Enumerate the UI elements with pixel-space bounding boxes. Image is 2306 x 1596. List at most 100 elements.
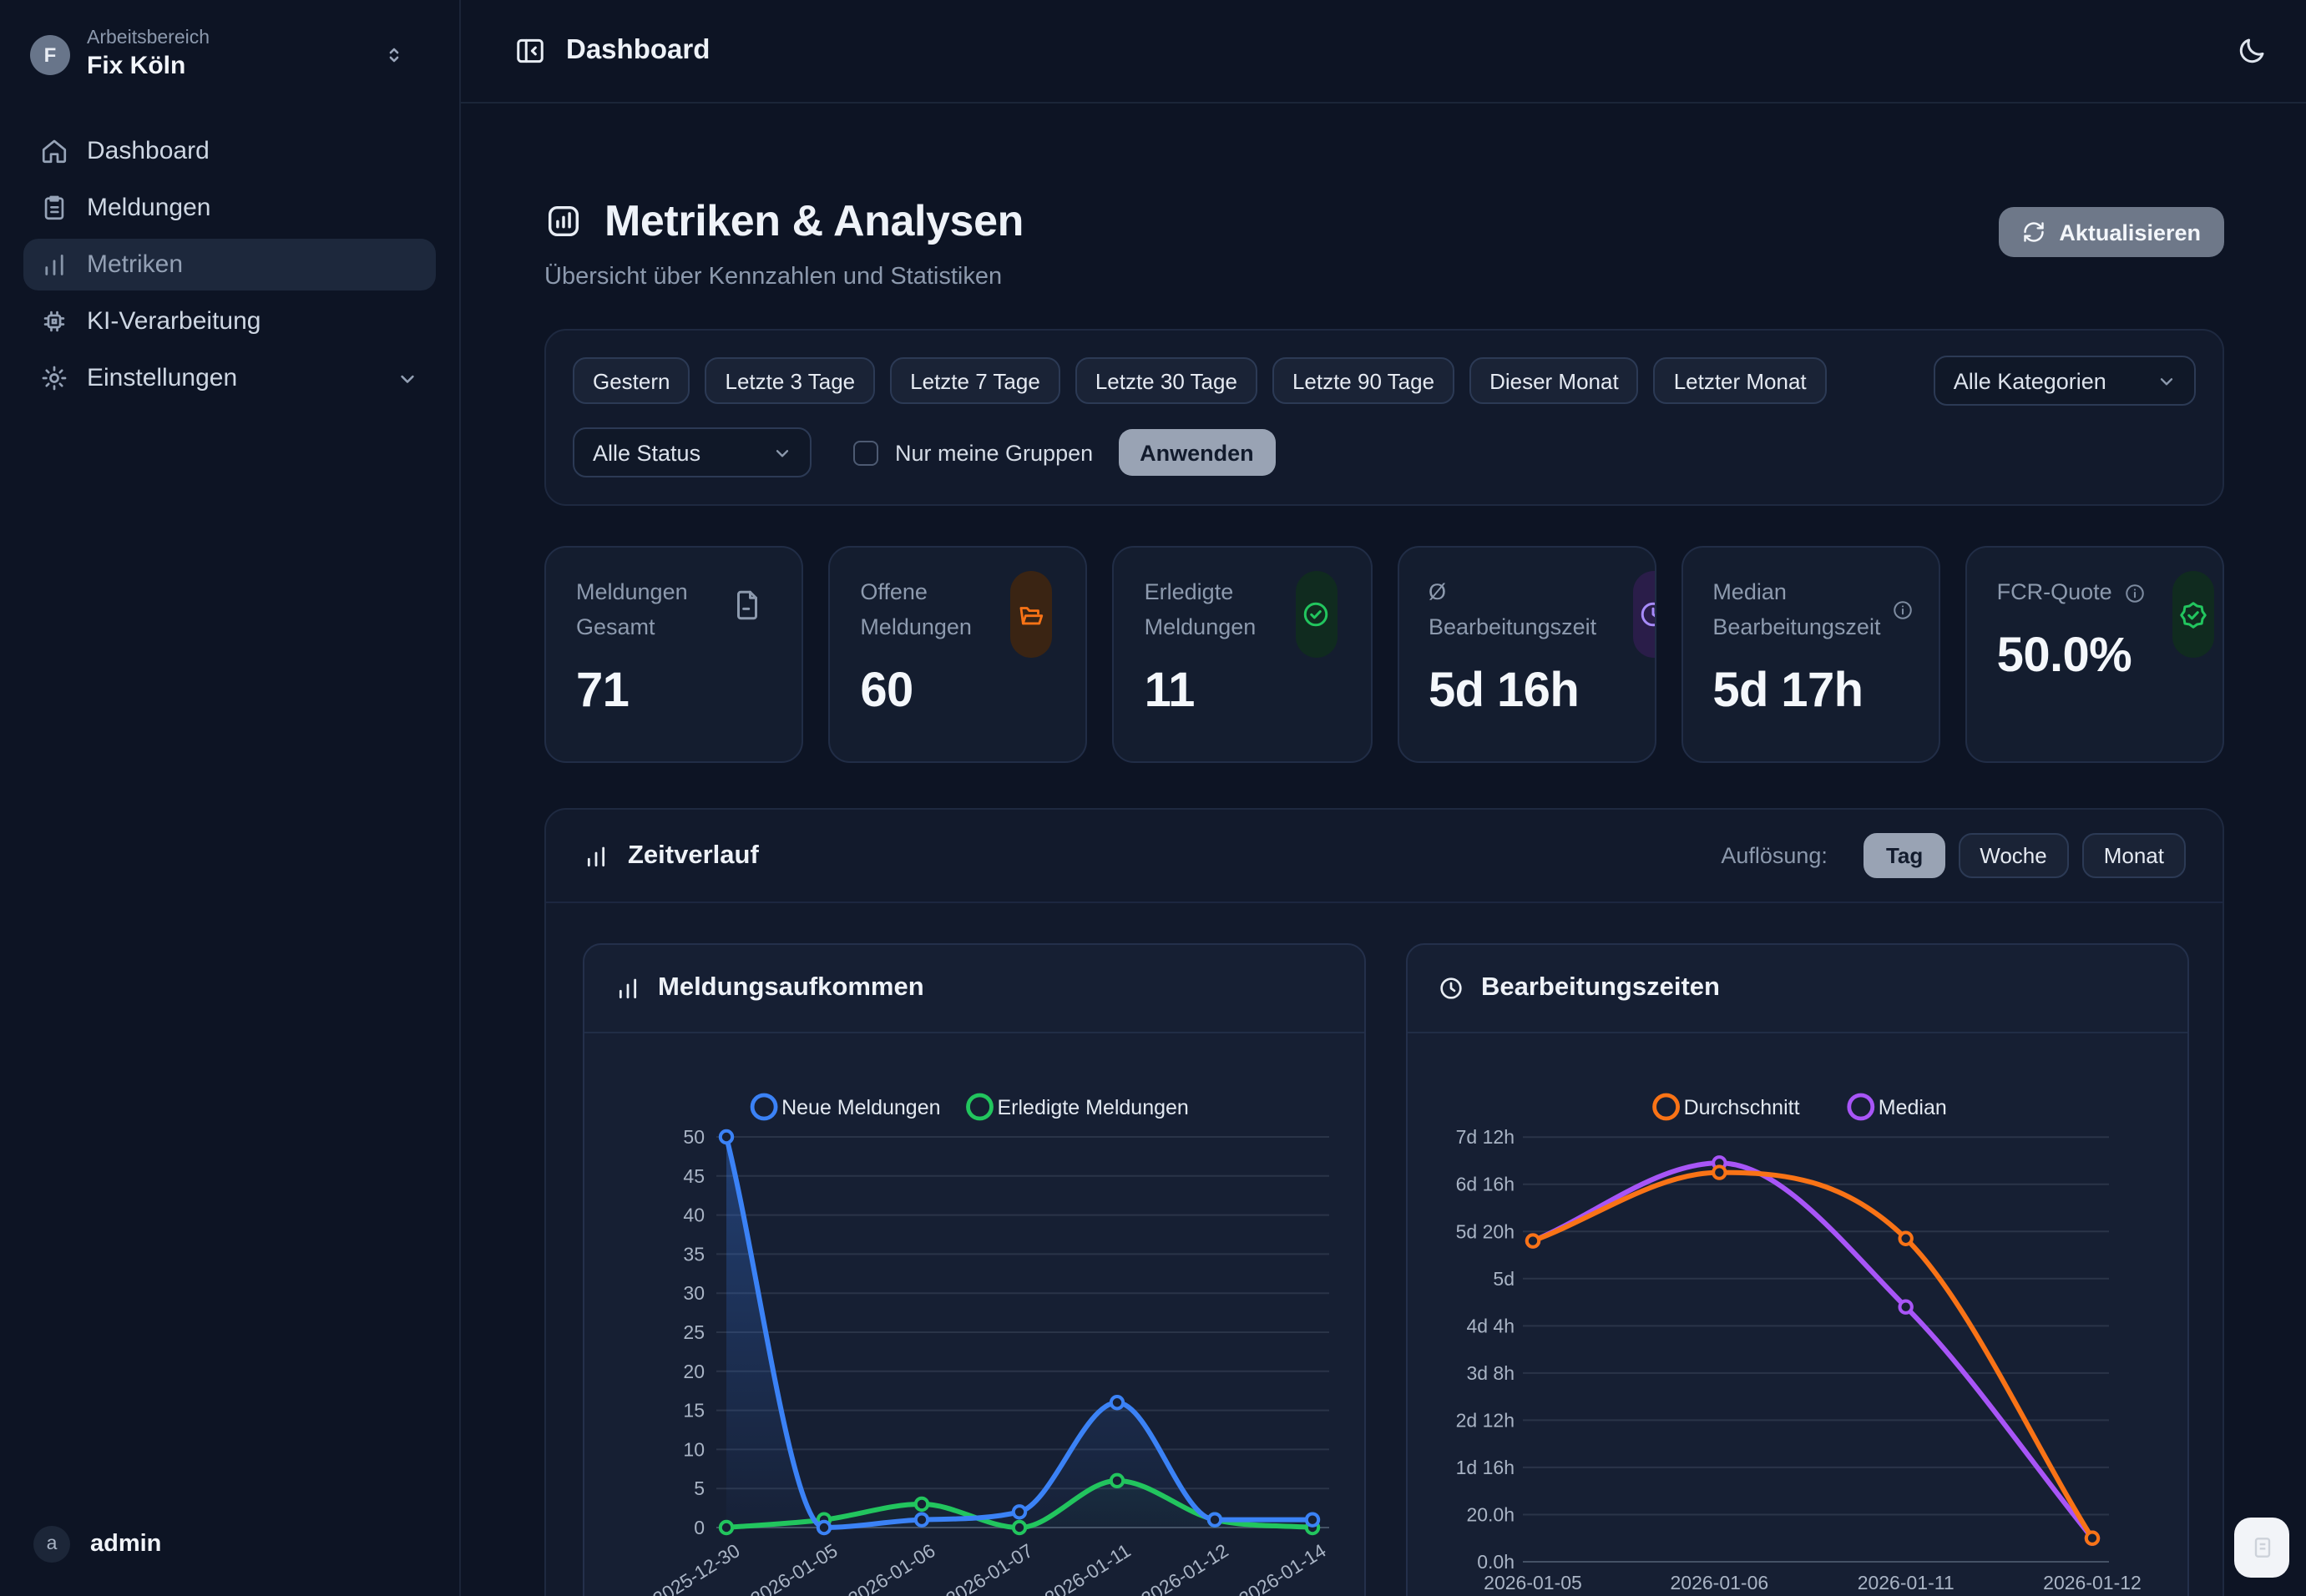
status-select[interactable]: Alle Status [573, 427, 812, 477]
chart-title: Bearbeitungszeiten [1481, 973, 1720, 1003]
cpu-icon [40, 307, 68, 336]
filter-chip-letzter-monat[interactable]: Letzter Monat [1654, 357, 1827, 404]
svg-text:2025-12-30: 2025-12-30 [649, 1539, 744, 1596]
svg-text:0.0h: 0.0h [1477, 1551, 1515, 1573]
user-menu[interactable]: a admin [23, 1519, 436, 1569]
svg-text:15: 15 [683, 1400, 705, 1422]
sidebar-item-label: Dashboard [87, 137, 210, 165]
resolution-label: Auflösung: [1721, 843, 1828, 868]
widget-button[interactable] [2234, 1518, 2289, 1578]
gear-icon [40, 364, 68, 392]
svg-text:7d 12h: 7d 12h [1456, 1126, 1515, 1148]
svg-text:2d 12h: 2d 12h [1456, 1409, 1515, 1431]
stat-value: 11 [1145, 664, 1340, 720]
clipboard-list-icon [40, 194, 68, 222]
page-content: Metriken & Analysen Übersicht über Kennz… [461, 104, 2306, 1596]
workspace-switcher[interactable]: F Arbeitsbereich Fix Köln [23, 23, 436, 85]
user-name: admin [90, 1531, 161, 1558]
page-title: Metriken & Analysen [604, 195, 1024, 247]
stat-label: Median Bearbeitungszeit [1712, 576, 1880, 646]
timeline-panel: Zeitverlauf Auflösung: Tag Woche Monat Mel… [544, 808, 2224, 1596]
bar-chart-icon [40, 250, 68, 279]
sidebar: F Arbeitsbereich Fix Köln Dashboard Meld… [0, 0, 461, 1596]
svg-text:5: 5 [694, 1477, 705, 1499]
charts-row: Meldungsaufkommen 0510152025303540455020… [546, 903, 2223, 1596]
svg-text:2026-01-14: 2026-01-14 [1235, 1539, 1330, 1596]
filter-chip-letzte-3-tage[interactable]: Letzte 3 Tage [705, 357, 876, 404]
stat-value: 71 [576, 664, 771, 720]
home-icon [40, 137, 68, 165]
workspace-name: Fix Köln [87, 52, 210, 80]
sidebar-item-meldungen[interactable]: Meldungen [23, 182, 436, 234]
svg-text:2026-01-12: 2026-01-12 [2043, 1572, 2142, 1593]
my-groups-checkbox[interactable] [853, 440, 878, 465]
sidebar-item-label: Einstellungen [87, 364, 237, 392]
stat-card-median-bearbeitungszeit: Median Bearbeitungszeit 5d 17h [1681, 546, 1939, 763]
sidebar-item-label: KI-Verarbeitung [87, 307, 260, 336]
svg-text:35: 35 [683, 1243, 705, 1265]
category-select[interactable]: Alle Kategorien [1934, 356, 2196, 406]
stats-grid: Meldungen Gesamt 71 Offene Meldungen 60 … [544, 546, 2224, 763]
resolution-button-monat[interactable]: Monat [2082, 833, 2186, 878]
resolution-group: Tag Woche Monat [1851, 833, 2186, 878]
chart-title: Meldungsaufkommen [658, 973, 924, 1003]
svg-text:4d 4h: 4d 4h [1466, 1315, 1515, 1336]
sidebar-item-einstellungen[interactable]: Einstellungen [23, 352, 436, 404]
svg-text:2026-01-05: 2026-01-05 [746, 1539, 842, 1596]
refresh-button[interactable]: Aktualisieren [1999, 207, 2224, 257]
main-area: Dashboard Metriken & Analysen Übersicht … [461, 0, 2306, 1596]
sidebar-item-ki-verarbeitung[interactable]: KI-Verarbeitung [23, 295, 436, 347]
sidebar-toggle-button[interactable] [514, 35, 546, 67]
stat-value: 5d 17h [1712, 664, 1908, 720]
info-icon [2124, 583, 2146, 604]
stat-label: Ø Bearbeitungszeit [1429, 576, 1596, 646]
filter-panel: Gestern Letzte 3 Tage Letzte 7 Tage Letzte … [544, 329, 2224, 506]
stat-card-fcr-quote: FCR-Quote 50.0% [1965, 546, 2224, 763]
stat-value: 50.0% [1997, 629, 2192, 684]
svg-text:45: 45 [683, 1165, 705, 1187]
svg-text:2026-01-05: 2026-01-05 [1484, 1572, 1582, 1593]
filter-chip-letzte-90-tage[interactable]: Letzte 90 Tage [1272, 357, 1454, 404]
filter-chip-gestern[interactable]: Gestern [573, 357, 690, 404]
header-title: Dashboard [566, 35, 710, 67]
svg-text:2026-01-11: 2026-01-11 [1041, 1539, 1135, 1596]
filter-chip-letzte-30-tage[interactable]: Letzte 30 Tage [1075, 357, 1257, 404]
svg-text:20.0h: 20.0h [1466, 1503, 1515, 1525]
svg-text:5d 20h: 5d 20h [1456, 1220, 1515, 1242]
filter-chip-letzte-7-tage[interactable]: Letzte 7 Tage [890, 357, 1060, 404]
sidebar-item-metriken[interactable]: Metriken [23, 239, 436, 290]
file-text-icon [730, 588, 765, 623]
page-head: Metriken & Analysen Übersicht über Kennz… [544, 195, 2224, 290]
svg-text:2026-01-06: 2026-01-06 [844, 1539, 939, 1596]
chart-card-bearbeitungszeiten: Bearbeitungszeiten 0.0h20.0h1d 16h2d 12h… [1406, 943, 2189, 1596]
clock-icon [1632, 571, 1656, 658]
chevron-down-icon [396, 366, 419, 390]
page-subtitle: Übersicht über Kennzahlen und Statistike… [544, 264, 1024, 290]
chart-card-meldungsaufkommen: Meldungsaufkommen 0510152025303540455020… [583, 943, 1366, 1596]
my-groups-label: Nur meine Gruppen [895, 440, 1093, 465]
stat-value: 5d 16h [1429, 664, 1624, 720]
stat-card-erledigte-meldungen: Erledigte Meldungen 11 [1113, 546, 1372, 763]
svg-text:6d 16h: 6d 16h [1456, 1174, 1515, 1195]
filter-chip-dieser-monat[interactable]: Dieser Monat [1469, 357, 1639, 404]
chevrons-up-down-icon [382, 43, 406, 66]
svg-text:2026-01-06: 2026-01-06 [1671, 1572, 1769, 1593]
sidebar-item-dashboard[interactable]: Dashboard [23, 125, 436, 177]
circle-check-icon [1295, 571, 1337, 658]
resolution-button-tag[interactable]: Tag [1864, 833, 1944, 878]
theme-toggle-button[interactable] [2236, 35, 2268, 67]
svg-text:20: 20 [683, 1361, 705, 1382]
timeline-title: Zeitverlauf [628, 841, 759, 871]
stat-label: Meldungen Gesamt [576, 576, 688, 646]
user-avatar: a [33, 1526, 70, 1563]
app-root: F Arbeitsbereich Fix Köln Dashboard Meld… [0, 0, 2306, 1596]
sidebar-item-label: Metriken [87, 250, 183, 279]
svg-text:10: 10 [683, 1438, 705, 1460]
stat-label: Offene Meldungen [860, 576, 972, 646]
line-chart-bearbeitungszeiten: 0.0h20.0h1d 16h2d 12h3d 8h4d 4h5d5d 20h6… [1408, 1033, 2189, 1596]
svg-text:Neue Meldungen: Neue Meldungen [781, 1096, 940, 1119]
resolution-button-woche[interactable]: Woche [1958, 833, 2068, 878]
svg-text:25: 25 [683, 1321, 705, 1343]
svg-text:50: 50 [683, 1126, 705, 1148]
apply-button[interactable]: Anwenden [1118, 429, 1276, 476]
